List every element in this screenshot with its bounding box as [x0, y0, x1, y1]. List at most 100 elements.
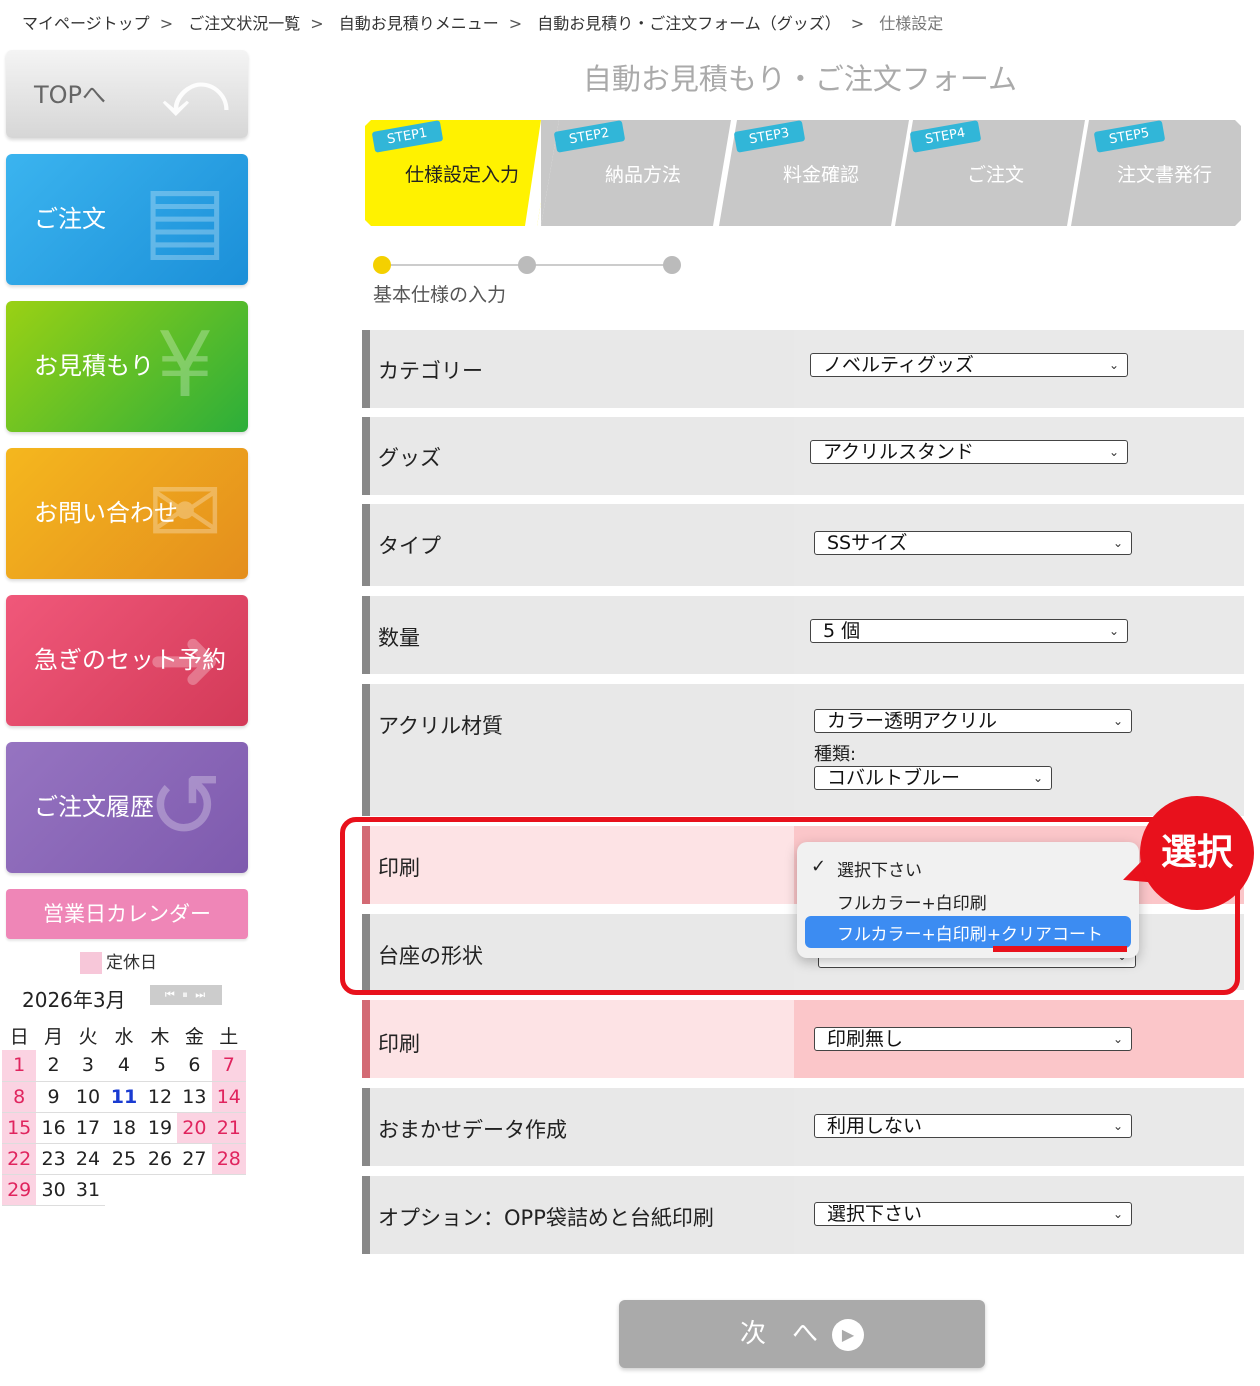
breadcrumb-order-form[interactable]: 自動お見積り・ご注文フォーム（グッズ） — [537, 14, 841, 33]
option-label: オプション：OPP袋詰めと台紙印刷 — [378, 1206, 714, 1230]
order-button[interactable]: ご注文 ▤ — [6, 154, 248, 285]
calendar-week: 1234567 — [2, 1050, 246, 1082]
calendar-nav-controls[interactable]: ⏮ ⏸ ⏭ — [150, 985, 222, 1005]
category-selected-value: ノベルティグッズ — [823, 354, 974, 376]
calendar-month: 2026年3月 — [22, 988, 126, 1012]
progress-dot — [663, 256, 681, 274]
calendar-day: 9 — [36, 1081, 71, 1113]
estimate-button[interactable]: お見積もり ¥ — [6, 301, 248, 432]
step-3: STEP3 料金確認 — [719, 120, 909, 226]
holiday-swatch — [80, 952, 102, 974]
breadcrumb-separator: > — [508, 14, 523, 33]
chevron-down-icon: ⌄ — [1032, 771, 1043, 785]
step-4: STEP4 ご注文 — [895, 120, 1085, 226]
calendar-day: 20 — [177, 1112, 212, 1144]
chevron-down-icon: ⌄ — [1112, 714, 1123, 728]
goods-label: グッズ — [378, 446, 441, 470]
annotation-underline — [993, 946, 1127, 952]
quantity-label: 数量 — [378, 626, 420, 650]
calendar-day: 13 — [177, 1081, 212, 1113]
next-button-label: 次 へ — [739, 1319, 818, 1349]
calendar-day: 2 — [36, 1050, 71, 1082]
print2-value-cell: 印刷無し ⌄ — [794, 1000, 1244, 1078]
history-icon: ↺ — [147, 754, 223, 859]
print2-select[interactable]: 印刷無し ⌄ — [814, 1027, 1132, 1051]
next-button[interactable]: 次 へ ▶ — [619, 1300, 985, 1368]
progress-label: 基本仕様の入力 — [373, 284, 507, 306]
step-4-label: ご注文 — [967, 164, 1025, 186]
data-creation-value-cell: 利用しない ⌄ — [794, 1088, 1244, 1166]
data-creation-selected-value: 利用しない — [827, 1115, 923, 1137]
row-goods: グッズ アクリルスタンド ⌄ — [362, 417, 1244, 495]
calendar-button[interactable]: 営業日カレンダー — [6, 889, 248, 939]
row-print: 印刷 印刷無し ⌄ — [362, 1000, 1244, 1078]
calendar-day: 27 — [177, 1143, 212, 1175]
yen-icon: ¥ — [156, 313, 214, 418]
progress-dot — [518, 256, 536, 274]
row-type: タイプ SSサイズ ⌄ — [362, 504, 1244, 586]
calendar-day: 28 — [211, 1143, 246, 1175]
chevron-down-icon: ⌄ — [1112, 1119, 1123, 1133]
quantity-selected-value: 5 個 — [823, 620, 861, 642]
breadcrumb-mypage[interactable]: マイページトップ — [22, 14, 150, 33]
step-1: STEP1 仕様設定入力 — [365, 120, 555, 226]
option-select[interactable]: 選択下さい ⌄ — [814, 1202, 1132, 1226]
data-creation-select[interactable]: 利用しない ⌄ — [814, 1114, 1132, 1138]
material-label: アクリル材質 — [378, 714, 503, 738]
goods-select[interactable]: アクリルスタンド ⌄ — [810, 440, 1128, 464]
breadcrumb-separator: > — [850, 14, 865, 33]
calendar-weekday: 日 — [9, 1025, 29, 1048]
calendar-day — [143, 1174, 177, 1205]
rush-reservation-button[interactable]: 急ぎのセット予約 ➜ — [6, 595, 248, 726]
step-3-label: 料金確認 — [783, 164, 860, 186]
breadcrumb-current: 仕様設定 — [879, 14, 944, 33]
row-category: カテゴリー ノベルティグッズ ⌄ — [362, 330, 1244, 408]
chevron-down-icon: ⌄ — [1112, 1032, 1123, 1046]
material-select[interactable]: カラー透明アクリル ⌄ — [814, 709, 1132, 733]
breadcrumb-separator: > — [310, 14, 324, 33]
calendar-day: 12 — [142, 1081, 178, 1113]
step-2: STEP2 納品方法 — [541, 120, 731, 226]
calendar-day: 30 — [36, 1174, 71, 1206]
sidebar: TOPへ ⤺ ご注文 ▤ お見積もり ¥ お問い合わせ ✉ 急ぎのセット予約 ➜… — [6, 50, 248, 939]
material-value-cell: カラー透明アクリル ⌄ 種類: コバルトブルー ⌄ — [794, 684, 1244, 816]
chevron-down-icon: ⌄ — [1112, 536, 1123, 550]
calendar-day: 23 — [36, 1143, 71, 1175]
material-kind-value: コバルトブルー — [827, 767, 961, 789]
mail-icon: ✉ — [147, 460, 223, 565]
type-value-cell: SSサイズ ⌄ — [794, 504, 1244, 586]
breadcrumb-separator: > — [159, 14, 174, 33]
step-5: STEP5 注文書発行 — [1071, 120, 1241, 226]
type-select[interactable]: SSサイズ ⌄ — [814, 531, 1132, 555]
print2-selected-value: 印刷無し — [827, 1028, 904, 1050]
material-kind-select[interactable]: コバルトブルー ⌄ — [814, 766, 1052, 790]
calendar-weekday: 金 — [184, 1025, 204, 1048]
chevron-down-icon: ⌄ — [1112, 1207, 1123, 1221]
category-select[interactable]: ノベルティグッズ ⌄ — [810, 353, 1128, 377]
progress-dot-active — [373, 256, 391, 274]
inquiry-button[interactable]: お問い合わせ ✉ — [6, 448, 248, 579]
calendar-day: 15 — [2, 1112, 37, 1144]
calendar-day — [212, 1174, 246, 1205]
data-creation-label: おまかせデータ作成 — [378, 1118, 567, 1142]
calendar-weekday: 土 — [219, 1025, 239, 1048]
breadcrumb-order-status[interactable]: ご注文状況一覧 — [188, 14, 300, 33]
order-history-button[interactable]: ご注文履歴 ↺ — [6, 742, 248, 873]
calendar-legend: 定休日 — [80, 948, 157, 974]
type-label: タイプ — [378, 534, 441, 558]
calendar-day: 3 — [70, 1050, 106, 1082]
material-selected-value: カラー透明アクリル — [827, 710, 998, 732]
calendar-day: 8 — [2, 1081, 37, 1113]
step-1-label: 仕様設定入力 — [405, 164, 520, 186]
breadcrumb-estimate-menu[interactable]: 自動お見積りメニュー — [339, 14, 499, 33]
quantity-select[interactable]: 5 個 ⌄ — [810, 619, 1128, 643]
calendar-weekday: 木 — [150, 1025, 170, 1048]
calendar-day: 16 — [36, 1112, 71, 1144]
calendar-table: 日月火水木金土 1 2 3 4 5 6 7 8 9 10 11 12 13 14 15 16 17 18 19 20 2… — [2, 1020, 246, 1206]
calendar-day: 17 — [70, 1112, 106, 1144]
calendar-day: 25 — [105, 1143, 143, 1175]
calendar-day: 21 — [211, 1112, 246, 1144]
calendar-day: 19 — [142, 1112, 178, 1144]
calendar-day: 31 — [70, 1174, 106, 1206]
top-button[interactable]: TOPへ ⤺ — [6, 50, 248, 138]
